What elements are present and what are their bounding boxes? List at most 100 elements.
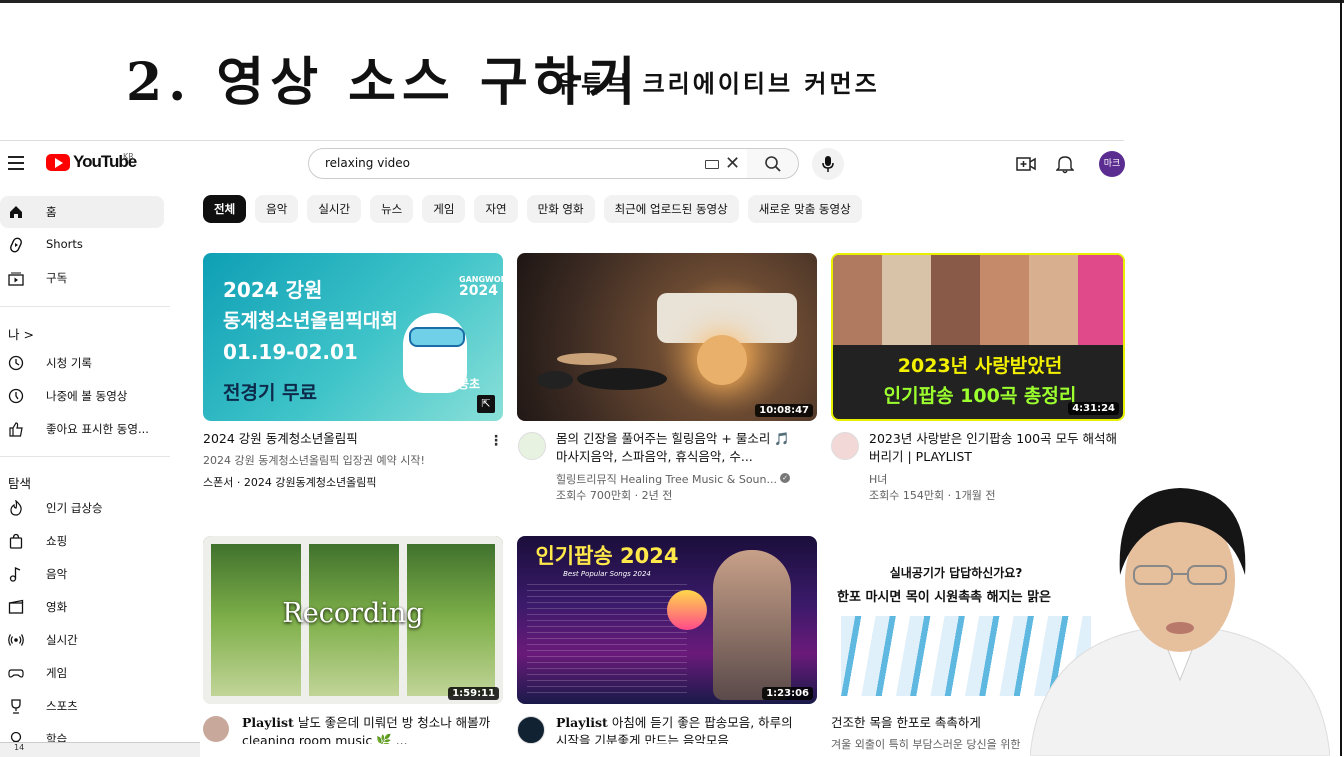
top-border <box>0 0 1344 3</box>
verified-icon: ✓ <box>780 473 790 483</box>
sidebar-you-header[interactable]: 나 > <box>8 324 34 343</box>
stones-image <box>577 368 667 390</box>
search-button[interactable] <box>747 148 799 179</box>
video-title[interactable]: 몸의 긴장을 풀어주는 힐링음악 + 물소리 🎵 마사지음악, 스파음악, 휴식… <box>556 430 796 466</box>
sidebar-item-label: Shorts <box>46 237 83 251</box>
sidebar-item[interactable]: Shorts <box>0 229 164 261</box>
video-duration: 4:31:24 <box>1068 402 1119 415</box>
slide-subtitle: 유튜브 크리에이티브 커먼즈 <box>556 69 880 98</box>
movie-icon <box>8 599 24 615</box>
sidebar-item[interactable]: 게임 <box>0 657 164 689</box>
youtube-play-icon <box>46 153 70 171</box>
sidebar-item[interactable]: 홈 <box>0 196 164 228</box>
filter-chip[interactable]: 전체 <box>203 195 247 223</box>
channel-name[interactable]: H녀 <box>869 471 887 487</box>
sidebar-item[interactable]: 스포츠 <box>0 690 164 722</box>
sidebar-item[interactable]: 좋아요 표시한 동영... <box>0 413 164 445</box>
filter-chips: 전체 음악 실시간 뉴스 게임 자연 만화 영화 최근에 업로드된 동영상 새로운 맞춤 동영상 <box>203 195 862 223</box>
channel-avatar[interactable] <box>203 716 229 742</box>
stones-image <box>537 371 573 389</box>
filter-chip[interactable]: 만화 영화 <box>526 195 595 223</box>
taskbar: 14 <box>0 742 200 757</box>
video-thumbnail[interactable]: 2024 강원 동계청소년올림픽대회 01.19-02.01 전경기 무료 GA… <box>203 253 503 421</box>
music-icon <box>8 566 24 582</box>
sidebar-item-label: 음악 <box>46 567 68 581</box>
artist-faces-image <box>833 255 1123 345</box>
video-title[interactable]: 건조한 목을 한포로 촉촉하게 <box>831 714 1031 732</box>
keyboard-icon[interactable] <box>705 160 719 169</box>
external-link-icon[interactable]: ⇱ <box>477 395 495 413</box>
sidebar-item[interactable]: 실시간 <box>0 624 164 656</box>
video-duration: 10:08:47 <box>755 404 813 417</box>
sidebar-divider <box>0 306 170 307</box>
video-thumbnail[interactable]: 2023년 사랑받았던 인기팝송 100곡 총정리 4:31:24 <box>831 253 1125 421</box>
sidebar-item-label: 게임 <box>46 666 68 680</box>
sidebar-item-label: 인기 급상승 <box>46 501 103 515</box>
thumb-text: Best Popular Songs 2024 <box>563 570 651 578</box>
search-icon <box>765 156 781 172</box>
playlist-prefix: Playlist <box>242 715 294 730</box>
account-avatar[interactable]: 마크 <box>1099 151 1125 177</box>
filter-chip[interactable]: 새로운 맞춤 동영상 <box>747 195 862 223</box>
gaming-icon <box>8 665 24 681</box>
video-title[interactable]: Playlist 아침에 듣기 좋은 팝송모음, 하루의 시작을 기분좋게 만드… <box>556 714 806 744</box>
filter-chip[interactable]: 자연 <box>474 195 518 223</box>
video-duration: 1:23:06 <box>762 687 813 700</box>
sidebar-item-label: 홈 <box>46 205 57 219</box>
video-thumbnail[interactable]: Recording 1:59:11 <box>203 536 503 704</box>
microphone-icon <box>822 156 834 172</box>
sidebar-item[interactable]: 구독 <box>0 262 164 294</box>
filter-chip[interactable]: 실시간 <box>307 195 362 223</box>
create-video-icon[interactable] <box>1016 156 1036 172</box>
channel-avatar[interactable] <box>518 432 546 460</box>
sidebar-item[interactable]: 쇼핑 <box>0 525 164 557</box>
sidebar-item[interactable]: 시청 기록 <box>0 347 164 379</box>
more-options-icon[interactable]: ⋮ <box>489 434 503 448</box>
filter-chip[interactable]: 뉴스 <box>370 195 414 223</box>
filter-chip[interactable]: 음악 <box>255 195 299 223</box>
sidebar-item-label: 시청 기록 <box>46 356 92 370</box>
video-thumbnail[interactable]: 10:08:47 <box>517 253 817 421</box>
right-border <box>1340 0 1342 756</box>
filter-chip[interactable]: 최근에 업로드된 동영상 <box>603 195 739 223</box>
sidebar-item-label: 좋아요 표시한 동영... <box>46 422 149 436</box>
voice-search-button[interactable] <box>812 148 844 180</box>
playlist-prefix: Playlist <box>556 715 608 730</box>
search-input[interactable] <box>323 155 697 171</box>
region-label: KR <box>123 152 134 161</box>
sidebar-item[interactable]: 인기 급상승 <box>0 492 164 524</box>
presenter-webcam-image <box>1030 488 1330 756</box>
video-title[interactable]: 2024 강원 동계청소년올림픽 <box>203 430 473 448</box>
channel-name[interactable]: 힐링트리뮤직 Healing Tree Music & Soun... <box>556 471 777 487</box>
video-title[interactable]: Playlist 날도 좋은데 미뤄던 방 청소나 해볼까 cleaning r… <box>242 714 492 744</box>
filter-chip[interactable]: 게임 <box>422 195 466 223</box>
clear-icon[interactable]: ✕ <box>725 155 740 173</box>
sun-image <box>667 590 707 630</box>
notifications-bell-icon[interactable] <box>1056 154 1074 174</box>
channel-avatar[interactable] <box>831 432 859 460</box>
video-meta: 조회수 700만회 · 2년 전 <box>556 489 673 502</box>
taskbar-text: 14 <box>14 743 25 752</box>
thumb-text: 동계청소년올림픽대회 <box>223 310 398 332</box>
sidebar-explore-header: 탐색 <box>8 476 32 491</box>
sidebar-item[interactable]: 영화 <box>0 591 164 623</box>
thumb-text: 전경기 무료 <box>223 382 318 404</box>
sidebar-item-label: 스포츠 <box>46 699 78 713</box>
video-title[interactable]: 2023년 사랑받은 인기팝송 100곡 모두 해석해버리기 | PLAYLIS… <box>869 430 1119 466</box>
sidebar-item[interactable]: 음악 <box>0 558 164 590</box>
video-description: 겨울 외출이 특히 부담스러운 당신을 위한 <box>831 738 1021 751</box>
sidebar-item-label: 쇼핑 <box>46 534 68 548</box>
hamburger-menu-icon[interactable] <box>8 156 24 170</box>
channel-avatar[interactable] <box>517 716 545 744</box>
search-box[interactable]: ✕ <box>308 148 748 179</box>
thumbs-up-icon <box>8 421 24 437</box>
sidebar-item[interactable]: 나중에 볼 동영상 <box>0 380 164 412</box>
shorts-icon <box>8 237 24 253</box>
mascot-name: 뭉초 <box>458 377 481 391</box>
video-thumbnail[interactable]: 인기팝송 2024 Best Popular Songs 2024 1:23:0… <box>517 536 817 704</box>
thumb-text: 2023년 사랑받았던 <box>897 355 1063 377</box>
thumb-text: 2024 강원 <box>223 278 323 302</box>
sidebar-item-label: 구독 <box>46 271 68 285</box>
subscriptions-icon <box>8 270 24 286</box>
singer-image <box>713 550 791 700</box>
